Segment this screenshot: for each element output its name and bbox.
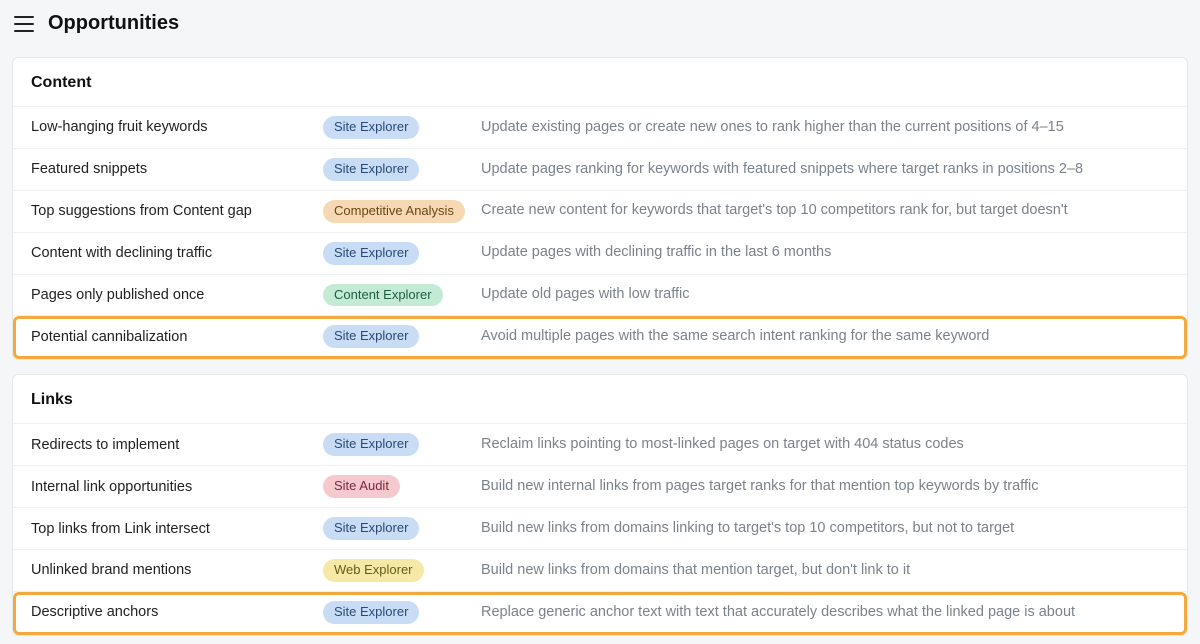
opportunity-name: Potential cannibalization bbox=[31, 329, 323, 345]
opportunity-badge-cell: Site Audit bbox=[323, 475, 481, 498]
badge-site-explorer: Site Explorer bbox=[323, 242, 419, 265]
badge-site-explorer: Site Explorer bbox=[323, 158, 419, 181]
opportunity-description: Update old pages with low traffic bbox=[481, 285, 1169, 305]
opportunity-row-unlinked-brand-mentions[interactable]: Unlinked brand mentionsWeb Explorer Build… bbox=[13, 549, 1187, 591]
badge-competitive-analysis: Competitive Analysis bbox=[323, 200, 465, 223]
opportunity-row-redirects-to-implement[interactable]: Redirects to implementSite Explorer Recla… bbox=[13, 423, 1187, 465]
opportunity-description: Create new content for keywords that tar… bbox=[481, 201, 1169, 221]
badge-site-explorer: Site Explorer bbox=[323, 116, 419, 139]
opportunity-row-potential-cannibalization[interactable]: Potential cannibalizationSite Explorer Av… bbox=[13, 315, 1187, 359]
section-links: LinksRedirects to implementSite Explorer… bbox=[12, 374, 1188, 635]
opportunity-description: Reclaim links pointing to most-linked pa… bbox=[481, 435, 1169, 455]
opportunity-description: Update existing pages or create new ones… bbox=[481, 118, 1169, 138]
badge-site-explorer: Site Explorer bbox=[323, 601, 419, 624]
opportunity-description: Update pages with declining traffic in t… bbox=[481, 243, 1169, 263]
opportunity-name: Internal link opportunities bbox=[31, 479, 323, 495]
opportunity-name: Content with declining traffic bbox=[31, 245, 323, 261]
opportunity-row-pages-only-published-once[interactable]: Pages only published onceContent Explore… bbox=[13, 274, 1187, 316]
opportunity-row-featured-snippets[interactable]: Featured snippetsSite Explorer Update pag… bbox=[13, 148, 1187, 190]
opportunity-row-low-hanging-fruit-keywords[interactable]: Low-hanging fruit keywordsSite Explorer U… bbox=[13, 106, 1187, 148]
opportunity-row-top-suggestions-from-content-gap[interactable]: Top suggestions from Content gapCompetit… bbox=[13, 190, 1187, 232]
opportunity-badge-cell: Site Explorer bbox=[323, 601, 481, 624]
section-heading: Links bbox=[13, 375, 1187, 423]
opportunity-badge-cell: Site Explorer bbox=[323, 517, 481, 540]
opportunity-name: Unlinked brand mentions bbox=[31, 562, 323, 578]
opportunity-badge-cell: Competitive Analysis bbox=[323, 200, 481, 223]
opportunity-name: Descriptive anchors bbox=[31, 604, 323, 620]
opportunity-name: Featured snippets bbox=[31, 161, 323, 177]
opportunity-row-descriptive-anchors[interactable]: Descriptive anchorsSite Explorer Replace … bbox=[13, 591, 1187, 635]
opportunity-badge-cell: Site Explorer bbox=[323, 158, 481, 181]
opportunity-name: Top suggestions from Content gap bbox=[31, 203, 323, 219]
page-title: Opportunities bbox=[48, 12, 179, 35]
opportunity-name: Low-hanging fruit keywords bbox=[31, 119, 323, 135]
opportunity-badge-cell: Site Explorer bbox=[323, 242, 481, 265]
section-content: ContentLow-hanging fruit keywordsSite Ex… bbox=[12, 57, 1188, 360]
page-header: Opportunities bbox=[0, 0, 1200, 49]
opportunity-row-content-with-declining-traffic[interactable]: Content with declining trafficSite Explo… bbox=[13, 232, 1187, 274]
menu-icon[interactable] bbox=[14, 16, 34, 32]
opportunity-description: Build new internal links from pages targ… bbox=[481, 477, 1169, 497]
opportunity-badge-cell: Content Explorer bbox=[323, 284, 481, 307]
opportunity-description: Replace generic anchor text with text th… bbox=[481, 603, 1169, 623]
opportunity-name: Pages only published once bbox=[31, 287, 323, 303]
opportunity-badge-cell: Web Explorer bbox=[323, 559, 481, 582]
opportunity-badge-cell: Site Explorer bbox=[323, 433, 481, 456]
badge-web-explorer: Web Explorer bbox=[323, 559, 424, 582]
opportunity-badge-cell: Site Explorer bbox=[323, 116, 481, 139]
section-heading: Content bbox=[13, 58, 1187, 106]
opportunity-name: Redirects to implement bbox=[31, 437, 323, 453]
opportunity-name: Top links from Link intersect bbox=[31, 521, 323, 537]
opportunity-description: Build new links from domains linking to … bbox=[481, 519, 1169, 539]
opportunity-badge-cell: Site Explorer bbox=[323, 325, 481, 348]
opportunity-row-internal-link-opportunities[interactable]: Internal link opportunitiesSite Audit Bui… bbox=[13, 465, 1187, 507]
badge-site-explorer: Site Explorer bbox=[323, 325, 419, 348]
badge-site-explorer: Site Explorer bbox=[323, 433, 419, 456]
opportunity-description: Avoid multiple pages with the same searc… bbox=[481, 327, 1169, 347]
opportunity-description: Update pages ranking for keywords with f… bbox=[481, 160, 1169, 180]
badge-site-audit: Site Audit bbox=[323, 475, 400, 498]
badge-content-explorer: Content Explorer bbox=[323, 284, 443, 307]
badge-site-explorer: Site Explorer bbox=[323, 517, 419, 540]
opportunity-description: Build new links from domains that mentio… bbox=[481, 561, 1169, 581]
opportunity-row-top-links-from-link-intersect[interactable]: Top links from Link intersectSite Explor… bbox=[13, 507, 1187, 549]
